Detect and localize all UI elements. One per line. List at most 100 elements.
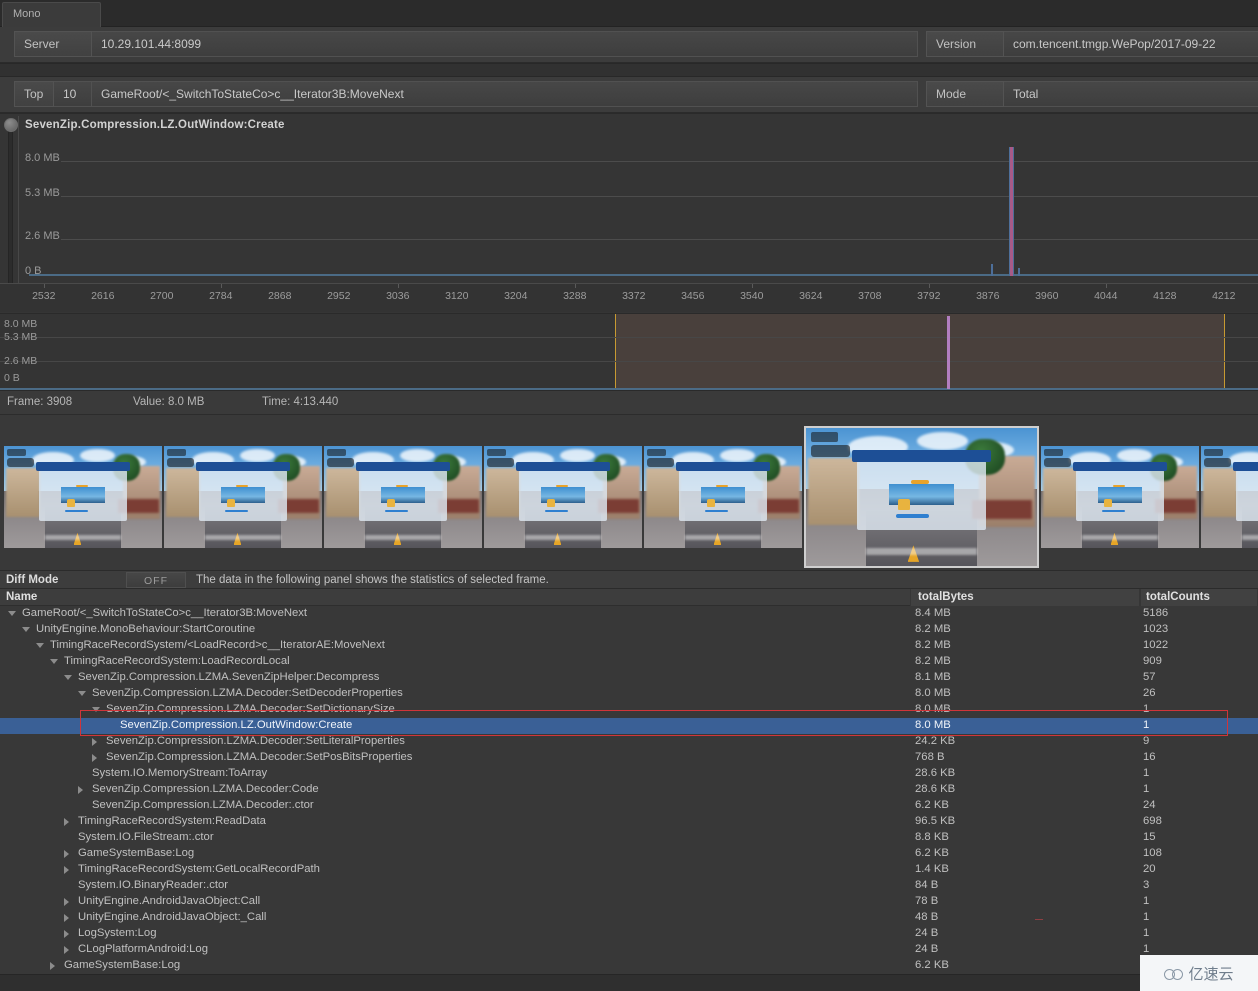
chevron-down-icon[interactable]: [64, 675, 72, 680]
overview-selection-left-handle[interactable]: [615, 314, 616, 390]
table-row[interactable]: SevenZip.Compression.LZMA.Decoder:.ctor 6…: [0, 798, 1258, 814]
xtick-mark-6: [397, 284, 399, 288]
frame-thumbnail[interactable]: [1201, 446, 1258, 548]
slider-knob[interactable]: [4, 118, 18, 132]
column-header-totalbytes[interactable]: totalBytes: [918, 591, 974, 603]
table-row[interactable]: GameRoot/<_SwitchToStateCo>c__Iterator3B…: [0, 606, 1258, 622]
row-total-counts: 1: [1143, 703, 1150, 715]
slider-track[interactable]: [8, 124, 13, 302]
xtick-label-9: 3288: [563, 290, 587, 302]
chevron-right-icon[interactable]: [78, 786, 83, 794]
chevron-down-icon[interactable]: [22, 627, 30, 632]
table-row[interactable]: SevenZip.Compression.LZMA.Decoder:SetPos…: [0, 750, 1258, 766]
call-tree-table[interactable]: GameRoot/<_SwitchToStateCo>c__Iterator3B…: [0, 606, 1258, 974]
row-total-counts: 1: [1143, 767, 1150, 779]
thumb-hud-top: [647, 449, 667, 457]
frame-thumbnail[interactable]: [644, 446, 802, 548]
table-row[interactable]: UnityEngine.AndroidJavaObject:Call 78 B 1: [0, 894, 1258, 910]
xtick-label-2: 2700: [150, 290, 174, 302]
column-header-name[interactable]: Name: [6, 591, 37, 603]
chevron-down-icon[interactable]: [78, 691, 86, 696]
xtick-label-13: 3624: [799, 290, 823, 302]
chevron-right-icon[interactable]: [64, 930, 69, 938]
frame-thumbnail[interactable]: [1041, 446, 1199, 548]
table-row[interactable]: TimingRaceRecordSystem:GetLocalRecordPat…: [0, 862, 1258, 878]
table-row[interactable]: UnityEngine.AndroidJavaObject:_Call 48 B 1: [0, 910, 1258, 926]
row-total-counts: 26: [1143, 687, 1156, 699]
table-row-selected[interactable]: SevenZip.Compression.LZ.OutWindow:Create…: [0, 718, 1258, 734]
thumb-character: [898, 499, 910, 511]
frame-thumbnail[interactable]: [4, 446, 162, 548]
chevron-right-icon[interactable]: [64, 850, 69, 858]
chevron-right-icon[interactable]: [92, 738, 97, 746]
mode-label: Mode: [926, 81, 1004, 107]
timeline-overview[interactable]: 8.0 MB 5.3 MB 2.6 MB 0 B: [0, 313, 1258, 391]
xtick-label-18: 4044: [1094, 290, 1118, 302]
chevron-right-icon[interactable]: [92, 754, 97, 762]
diff-mode-toggle[interactable]: OFF: [126, 572, 186, 588]
server-input[interactable]: 10.29.101.44:8099: [92, 31, 918, 57]
table-row[interactable]: SevenZip.Compression.LZMA.SevenZipHelper…: [0, 670, 1258, 686]
table-row[interactable]: SevenZip.Compression.LZMA.Decoder:SetDec…: [0, 686, 1258, 702]
row-name: SevenZip.Compression.LZMA.Decoder:SetLit…: [106, 735, 405, 747]
chart-vertical-slider[interactable]: [4, 118, 18, 308]
chevron-down-icon[interactable]: [8, 611, 16, 616]
chevron-right-icon[interactable]: [64, 866, 69, 874]
row-name: UnityEngine.MonoBehaviour:StartCoroutine: [36, 623, 256, 635]
xtick-mark-12: [751, 284, 753, 288]
table-row[interactable]: System.IO.FileStream:.ctor 8.8 KB 15: [0, 830, 1258, 846]
row-total-bytes: 8.8 KB: [915, 831, 949, 843]
thumb-character: [387, 498, 395, 507]
mode-select[interactable]: Total: [1004, 81, 1258, 107]
row-name: TimingRaceRecordSystem/<LoadRecord>c__It…: [50, 639, 385, 651]
table-row[interactable]: TimingRaceRecordSystem:ReadData 96.5 KB 69…: [0, 814, 1258, 830]
gridline-5.3mb: [61, 196, 1258, 197]
thumb-character: [67, 498, 75, 507]
chevron-right-icon[interactable]: [64, 818, 69, 826]
overview-gridline-0: [0, 337, 1258, 338]
table-row[interactable]: GameSystemBase:Log 6.2 KB 108: [0, 846, 1258, 862]
frame-thumbnail[interactable]: [484, 446, 642, 548]
chevron-right-icon[interactable]: [64, 914, 69, 922]
overview-selection-region[interactable]: [615, 314, 1225, 390]
table-row[interactable]: SevenZip.Compression.LZMA.Decoder:Code 28…: [0, 782, 1258, 798]
chevron-right-icon[interactable]: [64, 946, 69, 954]
top-path-input[interactable]: GameRoot/<_SwitchToStateCo>c__Iterator3B…: [92, 81, 918, 107]
table-row[interactable]: System.IO.BinaryReader:.ctor 84 B 3: [0, 878, 1258, 894]
thumb-character: [547, 498, 555, 507]
table-row[interactable]: LogSystem:Log 24 B 1: [0, 926, 1258, 942]
table-row[interactable]: System.IO.MemoryStream:ToArray 28.6 KB 1: [0, 766, 1258, 782]
row-total-counts: 1: [1143, 927, 1150, 939]
table-row[interactable]: TimingRaceRecordSystem/<LoadRecord>c__It…: [0, 638, 1258, 654]
thumb-dialog-panel: [518, 470, 608, 522]
thumb-caption: [45, 534, 121, 540]
thumb-hud-back-button: [1044, 458, 1072, 468]
thumb-building-left: [485, 468, 521, 518]
row-total-counts: 16: [1143, 751, 1156, 763]
top-count-input[interactable]: 10: [54, 81, 92, 107]
overview-selection-right-handle[interactable]: [1224, 314, 1225, 390]
frame-thumbnail-filmstrip[interactable]: [0, 415, 1258, 568]
column-header-totalcounts[interactable]: totalCounts: [1146, 591, 1210, 603]
frame-thumbnail[interactable]: [164, 446, 322, 548]
table-row[interactable]: SevenZip.Compression.LZMA.Decoder:SetLit…: [0, 734, 1258, 750]
chevron-down-icon[interactable]: [36, 643, 44, 648]
xtick-label-16: 3876: [976, 290, 1000, 302]
version-input[interactable]: com.tencent.tmgp.WePop/2017-09-22: [1004, 31, 1258, 57]
table-row[interactable]: UnityEngine.MonoBehaviour:StartCoroutine…: [0, 622, 1258, 638]
table-row[interactable]: SevenZip.Compression.LZMA.Decoder:SetDic…: [0, 702, 1258, 718]
row-total-bytes: 8.2 MB: [915, 655, 951, 667]
chevron-right-icon[interactable]: [64, 898, 69, 906]
table-row[interactable]: TimingRaceRecordSystem:LoadRecordLocal 8.…: [0, 654, 1258, 670]
thumb-dialog-panel: [358, 470, 448, 522]
table-row[interactable]: CLogPlatformAndroid:Log 24 B 1: [0, 942, 1258, 958]
frame-thumbnail[interactable]: [324, 446, 482, 548]
table-row[interactable]: GameSystemBase:Log6.2 KB111: [0, 958, 1258, 974]
chevron-down-icon[interactable]: [92, 707, 100, 712]
thumb-dialog-title: [355, 462, 451, 472]
gridline-8mb: [61, 161, 1258, 162]
chevron-right-icon[interactable]: [50, 962, 55, 970]
tab-mono[interactable]: Mono: [2, 2, 101, 27]
chevron-down-icon[interactable]: [50, 659, 58, 664]
frame-thumbnail-selected[interactable]: [804, 426, 1039, 568]
